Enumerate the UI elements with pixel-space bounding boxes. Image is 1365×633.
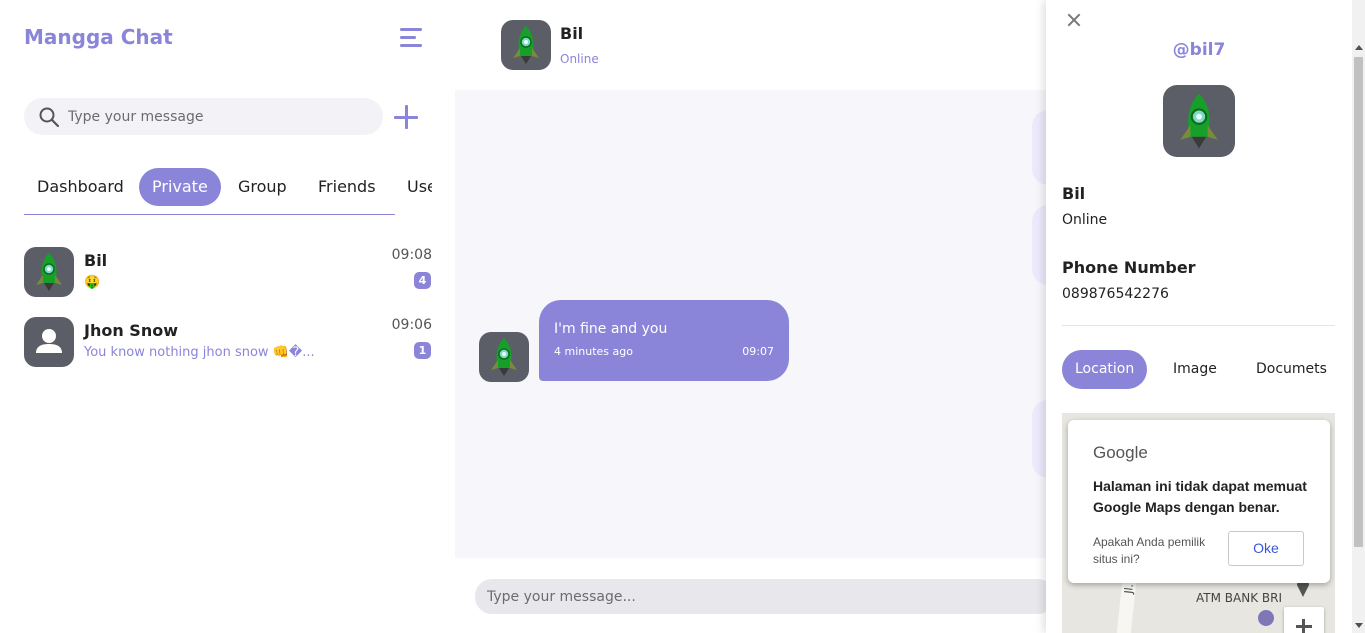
tab-group[interactable]: Group [225, 168, 300, 206]
conversation-status: Online [560, 52, 599, 66]
tab-private[interactable]: Private [139, 168, 221, 206]
scroll-up-icon[interactable] [1355, 45, 1363, 50]
app-title: Mangga Chat [24, 25, 173, 49]
add-chat-icon[interactable] [393, 104, 419, 130]
conversation-name: Bil [560, 24, 584, 43]
maps-owner-question[interactable]: Apakah Anda pemilik situs ini? [1093, 534, 1223, 568]
chat-preview: 🤑 [84, 275, 101, 290]
zoom-in-icon[interactable] [1284, 607, 1324, 633]
page-scrollbar[interactable] [1352, 0, 1365, 633]
tab-dashboard[interactable]: Dashboard [24, 168, 137, 206]
rocket-avatar [1163, 85, 1235, 157]
tab-image[interactable]: Image [1160, 350, 1230, 389]
chat-time: 09:08 [391, 247, 432, 263]
conversation-header: Bil Online [455, 0, 1047, 90]
close-icon[interactable] [1066, 12, 1082, 28]
unread-badge: 1 [414, 342, 431, 359]
chat-preview: You know nothing jhon snow 👊�... [84, 345, 315, 360]
profile-handle: @bil7 [1172, 40, 1226, 60]
message-bubble-hidden [1032, 110, 1047, 185]
message-bubble-hidden [1032, 400, 1047, 478]
message-bubble-hidden [1032, 205, 1047, 285]
maps-error-dialog: Google Halaman ini tidak dapat memuat Go… [1068, 420, 1330, 583]
phone-number: 089876542276 [1062, 286, 1169, 302]
tab-documents[interactable]: Documets [1243, 350, 1340, 389]
chat-list-item[interactable]: Bil 🤑 09:08 4 [24, 247, 432, 299]
chat-time: 09:06 [391, 317, 432, 333]
map-place-label: ATM BANK BRI [1196, 591, 1282, 605]
rocket-avatar [479, 332, 529, 382]
profile-status: Online [1062, 212, 1108, 228]
chat-name: Jhon Snow [84, 321, 178, 340]
ok-button[interactable]: Oke [1228, 531, 1304, 566]
search-input[interactable] [68, 98, 368, 135]
scrollbar-thumb[interactable] [1354, 57, 1363, 547]
tab-users[interactable]: Users [394, 168, 432, 206]
person-placeholder-avatar [24, 317, 74, 367]
poi-icon [1258, 610, 1274, 626]
chat-tabs: Dashboard Private Group Friends Users [24, 168, 432, 216]
message-relative-time: 4 minutes ago [554, 345, 633, 358]
google-logo: Google [1093, 443, 1148, 462]
search-icon [39, 107, 59, 127]
search-bar [24, 98, 383, 135]
message-composer [475, 579, 1055, 614]
phone-label: Phone Number [1062, 258, 1196, 277]
sidebar: Mangga Chat Dashboard Private Group Frie… [0, 0, 455, 633]
message-area: I'm fine and you 4 minutes ago 09:07 [455, 90, 1047, 558]
message-input[interactable] [487, 579, 1047, 614]
menu-icon[interactable] [398, 26, 424, 50]
rocket-avatar[interactable] [501, 20, 551, 70]
message-time: 09:07 [742, 345, 774, 358]
message-text: I'm fine and you [554, 321, 668, 337]
scroll-down-icon[interactable] [1355, 623, 1363, 628]
maps-error-message: Halaman ini tidak dapat memuat Google Ma… [1093, 478, 1307, 515]
rocket-avatar [24, 247, 74, 297]
tab-friends[interactable]: Friends [305, 168, 389, 206]
location-map[interactable]: Jl. Banc ATM BANK BRI Google Halaman ini… [1062, 413, 1335, 633]
message-bubble: I'm fine and you 4 minutes ago 09:07 [539, 300, 789, 381]
chat-name: Bil [84, 251, 108, 270]
profile-panel: @bil7 Bil Online Phone Number 0898765422… [1046, 0, 1352, 633]
unread-badge: 4 [414, 272, 431, 289]
tab-location[interactable]: Location [1062, 350, 1148, 389]
tabs-underline [24, 214, 395, 215]
divider [1062, 325, 1335, 326]
profile-name: Bil [1062, 184, 1086, 203]
chat-list-item[interactable]: Jhon Snow You know nothing jhon snow 👊�.… [24, 317, 432, 369]
